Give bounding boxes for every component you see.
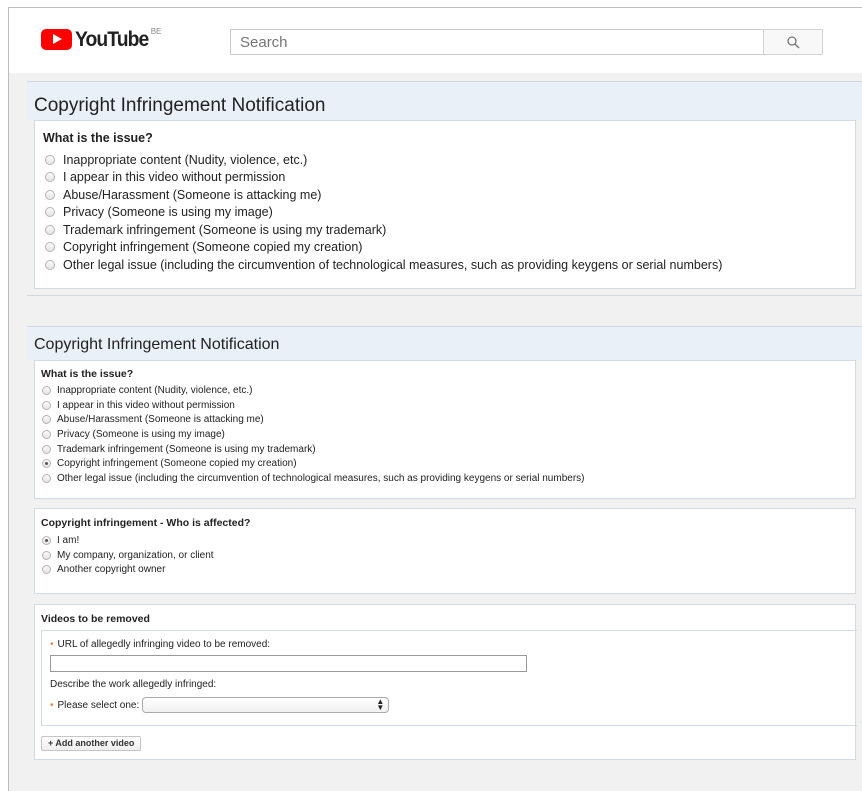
affected-question: Copyright infringement - Who is affected… <box>41 517 251 529</box>
url-label: URL of allegedly infringing video to be … <box>57 639 271 650</box>
radio-button[interactable] <box>45 259 55 270</box>
notification-section-small: Copyright Infringement Notification What… <box>27 326 862 760</box>
url-label-row: • URL of allegedly infringing video to be… <box>50 639 857 650</box>
option-label: Inappropriate content (Nudity, violence,… <box>63 152 308 167</box>
work-label: Describe the work allegedly infringed: <box>50 679 217 690</box>
radio-button[interactable] <box>45 242 55 253</box>
youtube-logo[interactable]: YouTube BE <box>41 27 162 51</box>
option-label: Abuse/Harassment (Someone is attacking m… <box>63 187 322 202</box>
radio-button-selected[interactable] <box>42 535 51 545</box>
option-label: Inappropriate content (Nudity, violence,… <box>57 384 253 396</box>
masthead: YouTube BE <box>9 8 862 73</box>
issue-option-selected[interactable]: Copyright infringement (Someone copied m… <box>41 456 855 471</box>
required-marker: • <box>50 699 54 711</box>
radio-button[interactable] <box>45 224 55 235</box>
affected-option[interactable]: Another copyright owner <box>41 562 855 577</box>
required-marker: • <box>50 639 54 650</box>
issue-option[interactable]: Inappropriate content (Nudity, violence,… <box>43 151 855 169</box>
section-divider <box>27 295 862 296</box>
videos-heading: Videos to be removed <box>41 613 150 625</box>
country-code: BE <box>150 27 162 36</box>
issue-option[interactable]: Privacy (Someone is using my image) <box>43 204 855 222</box>
select-label: Please select one: <box>57 699 140 711</box>
radio-button[interactable] <box>42 429 51 439</box>
notification-section-large: Copyright Infringement Notification What… <box>27 81 862 289</box>
option-label: Copyright infringement (Someone copied m… <box>57 458 297 470</box>
affected-panel: Copyright infringement - Who is affected… <box>34 508 856 594</box>
option-label: I appear in this video without permissio… <box>57 399 235 411</box>
section-title: Copyright Infringement Notification <box>27 326 862 360</box>
add-another-video-button[interactable]: + Add another video <box>41 736 142 751</box>
radio-button[interactable] <box>45 172 55 183</box>
option-label: I am! <box>57 534 80 546</box>
option-label: Other legal issue (including the circumv… <box>63 257 723 272</box>
issue-option[interactable]: Trademark infringement (Someone is using… <box>43 221 855 239</box>
radio-button[interactable] <box>45 154 55 165</box>
issue-option[interactable]: Abuse/Harassment (Someone is attacking m… <box>41 412 855 427</box>
issue-question: What is the issue? <box>43 131 153 145</box>
logo-wordmark: YouTube <box>75 28 149 51</box>
video-entry: • URL of allegedly infringing video to be… <box>41 630 857 726</box>
affected-option[interactable]: My company, organization, or client <box>41 548 855 563</box>
radio-button[interactable] <box>42 385 51 395</box>
issue-option[interactable]: Privacy (Someone is using my image) <box>41 427 855 442</box>
radio-button[interactable] <box>42 444 51 454</box>
issue-panel: What is the issue? Inappropriate content… <box>34 120 856 289</box>
issue-option[interactable]: Other legal issue (including the circumv… <box>41 471 855 486</box>
issue-question: What is the issue? <box>41 368 134 380</box>
section-title: Copyright Infringement Notification <box>27 81 862 120</box>
option-label: I appear in this video without permissio… <box>63 170 286 185</box>
radio-button[interactable] <box>42 565 51 575</box>
option-label: Privacy (Someone is using my image) <box>63 205 273 220</box>
issue-option[interactable]: Abuse/Harassment (Someone is attacking m… <box>43 186 855 204</box>
issue-option[interactable]: Other legal issue (including the circumv… <box>43 256 855 274</box>
play-logo-icon <box>41 29 72 50</box>
radio-button[interactable] <box>42 473 51 483</box>
updown-arrows-icon: ▲ ▼ <box>376 697 385 712</box>
issue-option[interactable]: Trademark infringement (Someone is using… <box>41 442 855 457</box>
work-type-select[interactable]: ▲ ▼ <box>142 697 390 713</box>
issue-option[interactable]: I appear in this video without permissio… <box>41 398 855 413</box>
option-label: Other legal issue (including the circumv… <box>57 472 585 484</box>
page-frame: YouTube BE Copyright Infringement Notifi… <box>8 7 862 791</box>
search-button[interactable] <box>763 29 823 55</box>
issue-option[interactable]: Inappropriate content (Nudity, violence,… <box>41 383 855 398</box>
option-label: Another copyright owner <box>57 564 166 576</box>
option-label: Abuse/Harassment (Someone is attacking m… <box>57 414 264 426</box>
affected-option-selected[interactable]: I am! <box>41 533 855 548</box>
option-label: Privacy (Someone is using my image) <box>57 428 225 440</box>
radio-button-selected[interactable] <box>42 459 51 469</box>
option-label: Copyright infringement (Someone copied m… <box>63 240 363 255</box>
option-label: Trademark infringement (Someone is using… <box>57 443 316 455</box>
radio-button[interactable] <box>42 415 51 425</box>
videos-panel: Videos to be removed • URL of allegedly i… <box>34 604 857 760</box>
radio-button[interactable] <box>45 189 55 200</box>
radio-button[interactable] <box>45 207 55 218</box>
issue-option[interactable]: Copyright infringement (Someone copied m… <box>43 239 855 257</box>
search-input[interactable] <box>230 29 763 55</box>
search-icon <box>786 35 799 48</box>
issue-panel: What is the issue? Inappropriate content… <box>34 360 856 499</box>
option-label: My company, organization, or client <box>57 549 214 561</box>
select-row: • Please select one: ▲ ▼ <box>50 697 857 713</box>
radio-button[interactable] <box>42 400 51 410</box>
video-url-input[interactable] <box>50 655 527 672</box>
option-label: Trademark infringement (Someone is using… <box>63 222 387 237</box>
radio-button[interactable] <box>42 550 51 560</box>
issue-option[interactable]: I appear in this video without permissio… <box>43 169 855 187</box>
